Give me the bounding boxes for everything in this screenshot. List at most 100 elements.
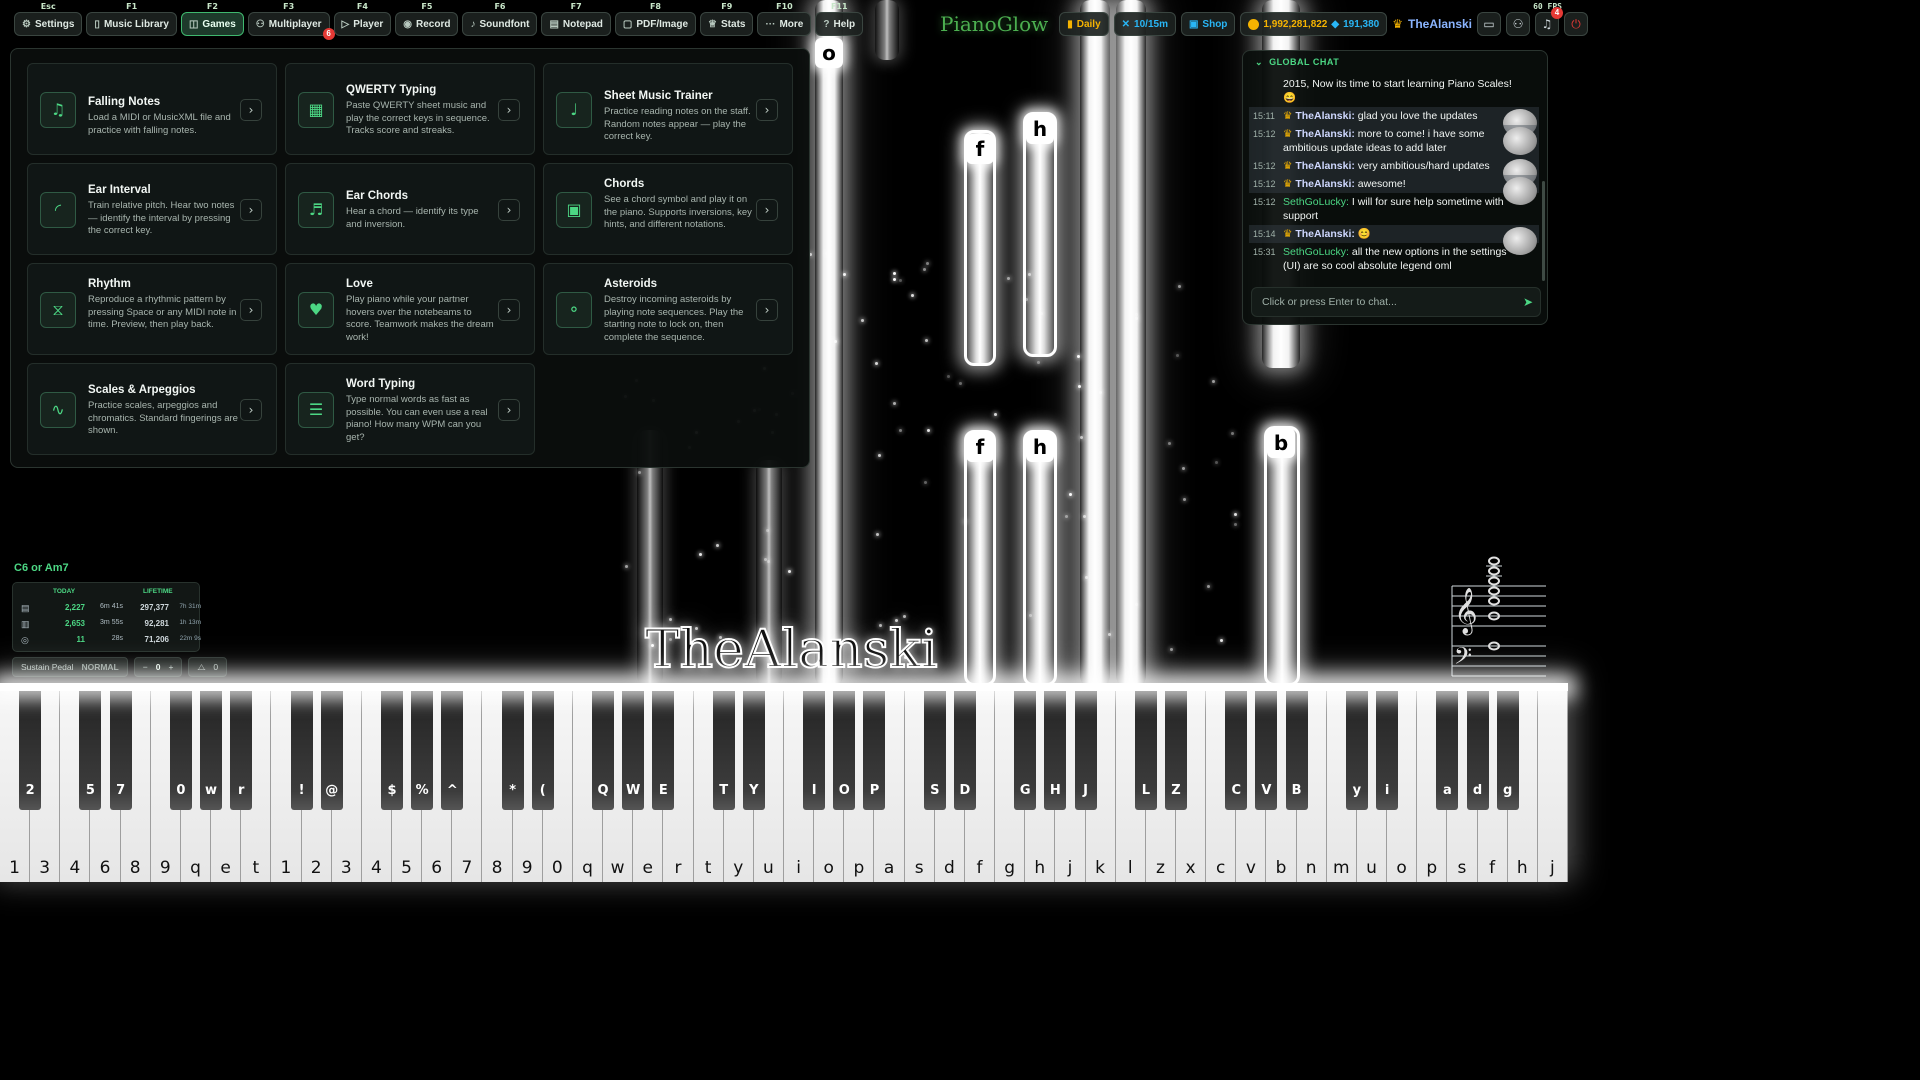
black-key[interactable]: Y — [742, 686, 765, 810]
black-key[interactable]: J — [1074, 686, 1097, 810]
metronome-control[interactable]: ⧍ 0 — [188, 657, 228, 677]
black-key[interactable]: S — [923, 686, 946, 810]
daily-button[interactable]: ▮ Daily — [1059, 12, 1109, 36]
message-user[interactable]: TheAlanski: — [1295, 228, 1355, 240]
black-key[interactable]: 0 — [169, 686, 192, 810]
game-card-sheet-music-trainer[interactable]: ♩ Sheet Music Trainer Practice reading not… — [543, 63, 793, 155]
black-key[interactable]: C — [1225, 686, 1248, 810]
game-card-scales-arpeggios[interactable]: ∿ Scales & Arpeggios Practice scales, arpe… — [27, 363, 277, 455]
message-user[interactable]: TheAlanski: — [1295, 110, 1355, 122]
black-key[interactable]: ! — [290, 686, 313, 810]
username[interactable]: TheAlanski — [1408, 17, 1472, 31]
nav-notepad-button[interactable]: ▤ Notepad — [541, 12, 611, 36]
chevron-right-icon[interactable]: › — [756, 299, 778, 321]
black-key[interactable]: V — [1255, 686, 1278, 810]
black-key[interactable]: W — [622, 686, 645, 810]
key-label: x — [1185, 858, 1196, 878]
black-key[interactable]: P — [863, 686, 886, 810]
chevron-right-icon[interactable]: › — [498, 199, 520, 221]
game-card-rhythm[interactable]: ⧖ Rhythm Reproduce a rhythmic pattern by p… — [27, 263, 277, 355]
nav-music-library-button[interactable]: ▯ Music Library — [86, 12, 177, 36]
chevron-right-icon[interactable]: › — [240, 199, 262, 221]
black-key[interactable]: % — [411, 686, 434, 810]
black-key[interactable]: @ — [320, 686, 343, 810]
sparkle — [959, 382, 963, 386]
chevron-right-icon[interactable]: › — [240, 399, 262, 421]
nav-stats-button[interactable]: ♕ Stats — [700, 12, 754, 36]
black-key[interactable]: O — [833, 686, 856, 810]
black-key[interactable]: $ — [381, 686, 403, 810]
game-card-asteroids[interactable]: ⚬ Asteroids Destroy incoming asteroids by … — [543, 263, 793, 355]
chat-messages[interactable]: 2015, Now its time to start learning Pia… — [1249, 75, 1539, 303]
black-key[interactable]: L — [1134, 686, 1157, 810]
chevron-right-icon[interactable]: › — [756, 199, 778, 221]
black-key[interactable]: d — [1466, 686, 1489, 810]
black-key[interactable]: Q — [592, 686, 615, 810]
black-key[interactable]: y — [1345, 686, 1368, 810]
game-card-falling-notes[interactable]: ♫ Falling Notes Load a MIDI or MusicXML fi… — [27, 63, 277, 155]
minus-button[interactable]: − — [143, 662, 148, 672]
nav-multiplayer-button[interactable]: ⚇ Multiplayer — [247, 12, 330, 36]
nav-player-button[interactable]: ▷ Player — [333, 12, 392, 36]
game-card-qwerty-typing[interactable]: ▦ QWERTY Typing Paste QWERTY sheet music a… — [285, 63, 535, 155]
send-icon[interactable]: ➤ — [1523, 295, 1533, 309]
message-user[interactable]: SethGoLucky: — [1283, 196, 1349, 208]
game-card-chords[interactable]: ▣ Chords See a chord symbol and play it on… — [543, 163, 793, 255]
lifetime-time: 7h 31m — [179, 603, 201, 610]
message-user[interactable]: TheAlanski: — [1295, 128, 1355, 140]
black-key[interactable]: B — [1285, 686, 1308, 810]
black-key[interactable]: Z — [1165, 686, 1187, 810]
black-key[interactable]: g — [1496, 686, 1519, 810]
nav-record-button[interactable]: ◉ Record — [395, 12, 459, 36]
nav-soundfont-button[interactable]: ♪ Soundfont — [462, 12, 538, 36]
black-key[interactable]: G — [1014, 686, 1037, 810]
nav-more-button[interactable]: ··· More — [757, 12, 812, 36]
game-card-love[interactable]: ♥ Love Play piano while your partner hover… — [285, 263, 535, 355]
black-key[interactable]: a — [1436, 686, 1459, 810]
black-key[interactable]: * — [501, 686, 524, 810]
black-key[interactable]: ( — [531, 686, 554, 810]
plus-button[interactable]: + — [168, 662, 173, 672]
nav-help-button[interactable]: ? Help — [815, 12, 864, 36]
black-key[interactable]: r — [230, 686, 253, 810]
chat-header[interactable]: ⌄ GLOBAL CHAT — [1255, 57, 1339, 68]
message-user[interactable]: TheAlanski: — [1295, 178, 1355, 190]
chevron-right-icon[interactable]: › — [756, 99, 778, 121]
chevron-right-icon[interactable]: › — [498, 399, 520, 421]
sustain-pedal-control[interactable]: Sustain Pedal NORMAL — [12, 657, 128, 677]
nav-games-button[interactable]: ◫ Games — [180, 12, 244, 36]
black-key[interactable]: T — [712, 686, 735, 810]
black-key[interactable]: i — [1376, 686, 1399, 810]
chevron-right-icon[interactable]: › — [498, 299, 520, 321]
message-user[interactable]: SethGoLucky: — [1283, 246, 1349, 258]
chat-toggle-button[interactable]: ▭ — [1477, 12, 1502, 36]
white-key[interactable]: j — [1537, 686, 1568, 882]
chat-scrollbar[interactable] — [1542, 181, 1545, 281]
notifications-button[interactable]: ♫ 4 — [1535, 7, 1564, 36]
black-key[interactable]: H — [1044, 686, 1067, 810]
message-body: 2015, Now its time to start learning Pia… — [1283, 77, 1515, 105]
chat-input[interactable]: Click or press Enter to chat... — [1251, 287, 1541, 317]
black-key[interactable]: 2 — [19, 686, 42, 810]
game-card-word-typing[interactable]: ☰ Word Typing Type normal words as fast as… — [285, 363, 535, 455]
black-key[interactable]: E — [652, 686, 675, 810]
game-card-ear-interval[interactable]: ◜ Ear Interval Train relative pitch. Hear … — [27, 163, 277, 255]
message-user[interactable]: TheAlanski: — [1295, 160, 1355, 172]
power-button[interactable]: ⏻ — [1564, 12, 1589, 36]
shop-button[interactable]: ▣ Shop — [1180, 12, 1236, 36]
black-key[interactable]: D — [953, 686, 976, 810]
chevron-right-icon[interactable]: › — [240, 99, 262, 121]
chevron-right-icon[interactable]: › — [498, 99, 520, 121]
black-key[interactable]: 5 — [79, 686, 102, 810]
friends-button[interactable]: ⚇ — [1506, 12, 1531, 36]
game-card-ear-chords[interactable]: ♬ Ear Chords Hear a chord — identify its t… — [285, 163, 535, 255]
black-key[interactable]: ^ — [441, 686, 464, 810]
nav-pdf-image-button[interactable]: ▢ PDF/Image — [614, 12, 697, 36]
black-key[interactable]: 7 — [109, 686, 132, 810]
black-key[interactable]: I — [803, 686, 826, 810]
nav-settings-button[interactable]: ⚙ Settings — [14, 12, 83, 36]
transpose-control: − 0 + — [133, 657, 183, 677]
chevron-right-icon[interactable]: › — [240, 299, 262, 321]
black-key[interactable]: w — [200, 686, 223, 810]
key-label: u — [763, 858, 774, 878]
